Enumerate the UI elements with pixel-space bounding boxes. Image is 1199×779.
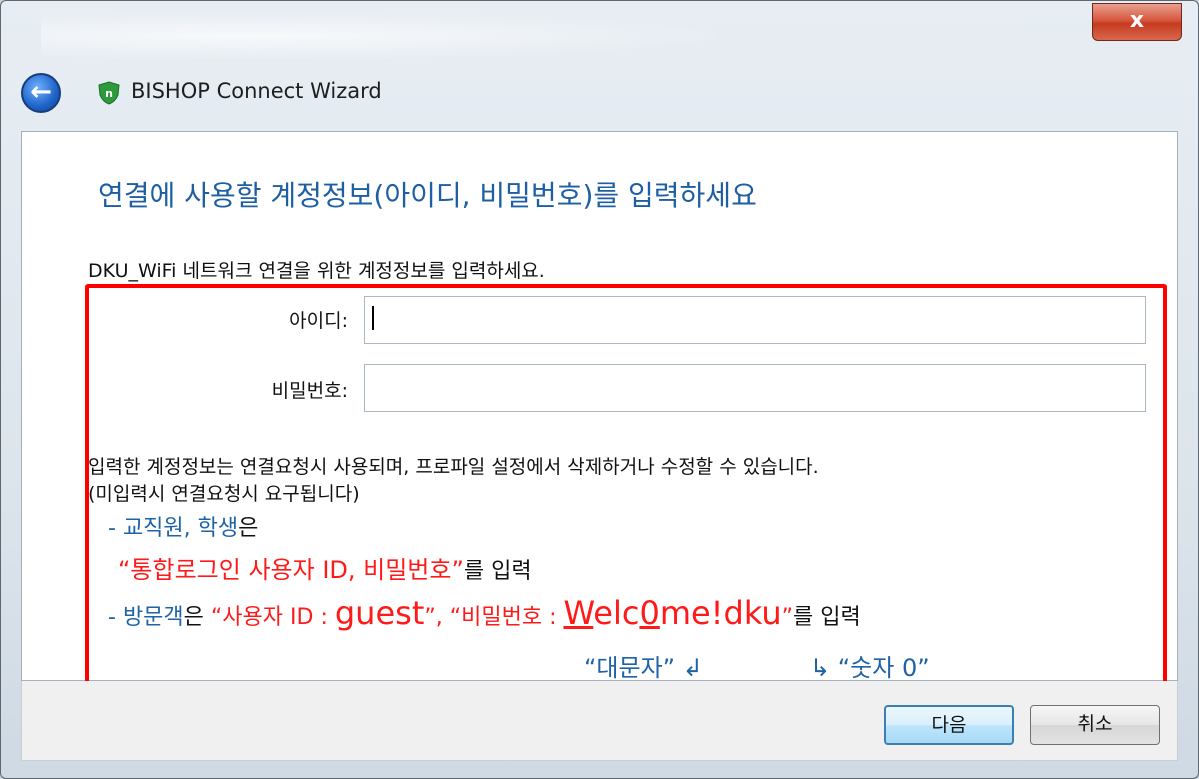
svg-text:n: n	[105, 87, 113, 100]
back-button[interactable]: ←	[21, 73, 61, 113]
shield-icon: n	[98, 81, 120, 105]
wizard-window: x ← n BISHOP Connect Wizard 연결에 사용할 계정정보…	[0, 0, 1199, 779]
intro-text: DKU_WiFi 네트워크 연결을 위한 계정정보를 입력하세요.	[88, 260, 545, 282]
titlebar-glow	[41, 11, 741, 61]
arrow-left-icon: ←	[30, 77, 52, 107]
highlight-box	[85, 284, 1167, 694]
window-title: BISHOP Connect Wizard	[131, 79, 382, 103]
next-button[interactable]: 다음	[884, 705, 1014, 745]
wizard-content: 연결에 사용할 계정정보(아이디, 비밀번호)를 입력하세요 DKU_WiFi …	[21, 131, 1178, 694]
cancel-button[interactable]: 취소	[1030, 705, 1160, 745]
close-button[interactable]: x	[1092, 3, 1182, 41]
button-bar: 다음 취소	[21, 681, 1178, 761]
page-heading: 연결에 사용할 계정정보(아이디, 비밀번호)를 입력하세요	[98, 179, 757, 212]
